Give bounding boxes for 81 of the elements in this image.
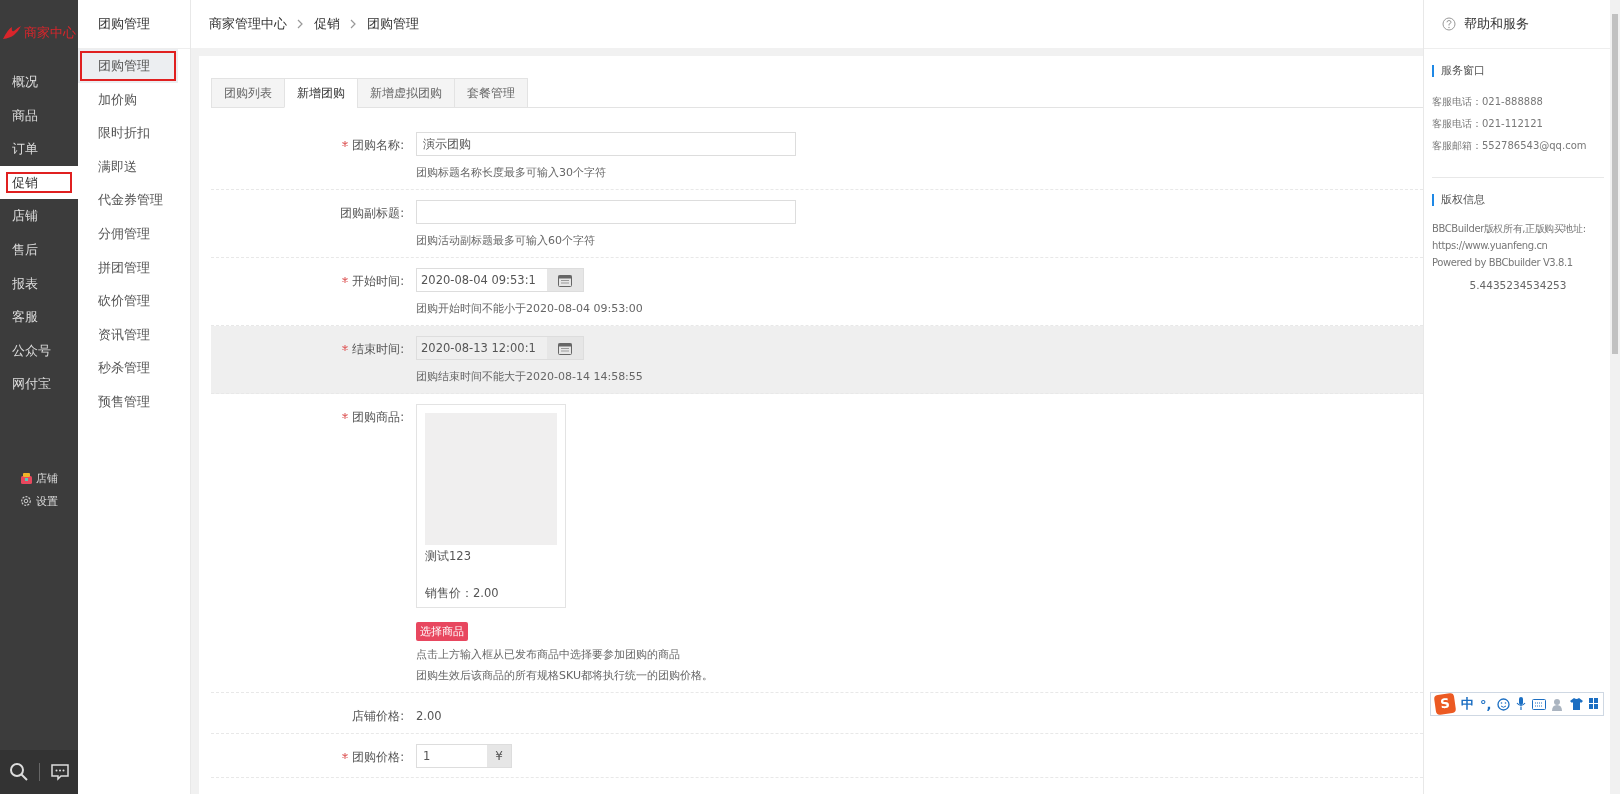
help-icon [1442,17,1456,31]
nav-item[interactable]: 售后 [0,232,78,267]
nav-item[interactable]: 商品 [0,98,78,133]
breadcrumb-link[interactable]: 商家管理中心 [209,15,287,33]
nav-item[interactable]: 网付宝 [0,367,78,401]
keyboard-icon[interactable] [1532,698,1547,710]
subnav-item[interactable]: 拼团管理 [78,250,178,285]
nav-item[interactable]: 概况 [0,65,78,99]
breadcrumb-link[interactable]: 团购管理 [367,15,419,33]
input-mode-toggle[interactable]: 中 [1461,695,1474,713]
calendar-icon[interactable] [558,341,572,355]
nav-item[interactable]: 客服 [0,300,78,334]
chevron-icon [297,19,304,29]
info-text: https://www.yuanfeng.cn [1432,239,1548,253]
microphone-icon[interactable] [1516,697,1527,711]
field-label: 团购价格: [352,750,404,764]
input-field[interactable]: 演示团购 [416,132,796,156]
field-label: 团购名称: [352,138,404,152]
panel-title: 帮助和服务 [1464,15,1529,33]
tab[interactable]: 新增虚拟团购 [357,78,455,108]
hint-text: 团购生效后该商品的所有规格SKU都将执行统一的团购价格。 [416,668,714,683]
info-text: Powered by BBCbuilder V3.8.1 [1432,256,1573,270]
version-number: 5.4435234534253 [1468,279,1568,291]
subnav-item[interactable]: 分佣管理 [78,216,178,251]
date-field[interactable]: 2020-08-13 12:00:1 [416,336,584,360]
settings-icon [20,495,32,508]
scrollbar[interactable] [1610,0,1620,794]
hint-text: 团购开始时间不能小于2020-08-04 09:53:00 [416,301,644,316]
subnav-item[interactable]: 秒杀管理 [78,351,178,385]
search-icon[interactable] [8,762,29,782]
subnav-item[interactable]: 限时折扣 [78,116,178,150]
punctuation-toggle[interactable]: °, [1480,696,1492,712]
nav-item[interactable]: 公众号 [0,333,78,368]
tab[interactable]: 套餐管理 [454,78,528,108]
bird-logo-icon [2,24,22,41]
hint-text: 点击上方输入框从已发布商品中选择要参加团购的商品 [416,647,681,662]
section-title: 版权信息 [1432,194,1604,206]
nav-item[interactable]: 订单 [0,132,78,166]
date-field[interactable]: 2020-08-04 09:53:1 [416,268,584,292]
price-value: 2.00 [416,708,443,723]
nav-item[interactable]: 报表 [0,266,78,301]
sidebar-link[interactable]: 设置 [20,493,58,509]
tab[interactable]: 新增团购 [284,78,358,108]
shop-icon [20,472,32,484]
product-name: 测试123 [425,549,472,564]
field-label: 店铺价格: [352,709,404,723]
breadcrumb-link[interactable]: 促销 [314,15,340,33]
field-label: 开始时间: [352,274,404,288]
price-field[interactable]: 1 ¥ [416,744,512,768]
nav-item[interactable]: 促销 [0,165,78,200]
info-text: 客服电话：021-112121 [1432,117,1543,131]
brand-name: 商家中心 [24,23,76,42]
smiley-icon[interactable] [1497,697,1511,711]
input-field[interactable] [416,200,796,224]
field-label: 结束时间: [352,342,404,356]
calendar-icon[interactable] [558,273,572,287]
info-text: 客服邮箱：552786543@qq.com [1432,139,1587,153]
shirt-icon[interactable] [1570,698,1584,710]
hint-text: 团购结束时间不能大于2020-08-14 14:58:55 [416,369,644,384]
field-label: 团购副标题: [340,206,404,220]
product-price: 销售价：2.00 [425,586,500,601]
subnav-item[interactable]: 资讯管理 [78,317,178,352]
grid-icon[interactable] [1589,698,1600,710]
section-title: 服务窗口 [1432,65,1604,77]
subnav-item[interactable]: 团购管理 [78,49,178,83]
info-text: BBCBuilder版权所有,正版购买地址: [1432,222,1586,236]
subnav-item[interactable]: 砍价管理 [78,284,178,318]
subnav-item[interactable]: 预售管理 [78,384,178,419]
subnav-item[interactable]: 代金券管理 [78,183,178,217]
chevron-icon [350,19,357,29]
subnav-item[interactable]: 加价购 [78,82,178,117]
chat-icon[interactable] [49,762,70,782]
tab[interactable]: 团购列表 [211,78,285,108]
hint-text: 团购标题名称长度最多可输入30个字符 [416,165,607,180]
info-text: 客服电话：021-888888 [1432,95,1543,109]
subnav-item[interactable]: 满即送 [78,149,178,184]
field-label: 团购商品: [352,410,404,424]
hint-text: 团购活动副标题最多可输入60个字符 [416,233,596,248]
select-product-button[interactable]: 选择商品 [416,622,468,641]
nav-item[interactable]: 店铺 [0,199,78,233]
sidebar-link[interactable]: 店铺 [20,470,58,486]
